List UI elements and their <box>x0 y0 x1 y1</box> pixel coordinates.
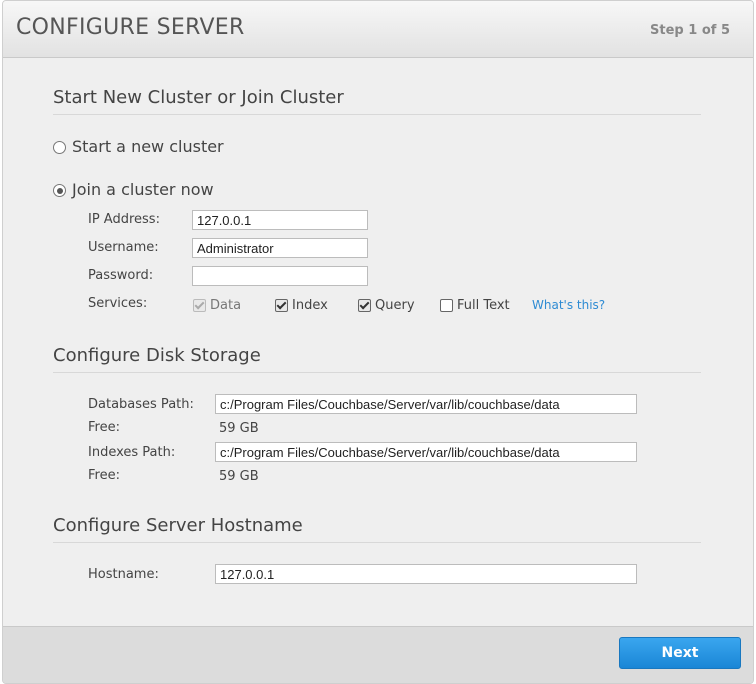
indexes-free-value: 59 GB <box>219 469 259 484</box>
dialog-footer: Next <box>3 626 753 683</box>
databases-free-value: 59 GB <box>219 421 259 436</box>
service-full-text-checkbox-group[interactable]: Full Text <box>440 298 510 313</box>
service-query-checkbox[interactable] <box>358 299 371 312</box>
configure-server-dialog: CONFIGURE SERVER Step 1 of 5 Start New C… <box>2 0 754 684</box>
start-new-cluster-option[interactable]: Start a new cluster <box>53 137 224 156</box>
service-index-checkbox[interactable] <box>275 299 288 312</box>
service-index-checkbox-group[interactable]: Index <box>275 298 328 313</box>
databases-path-label: Databases Path: <box>88 397 194 412</box>
username-input[interactable]: Administrator <box>192 238 368 258</box>
start-new-cluster-radio[interactable] <box>53 141 66 154</box>
databases-free-label: Free: <box>88 420 120 435</box>
services-label: Services: <box>88 296 148 311</box>
service-query-checkbox-group[interactable]: Query <box>358 298 415 313</box>
start-new-cluster-label: Start a new cluster <box>72 137 224 156</box>
section-divider <box>53 372 701 373</box>
service-query-label: Query <box>375 298 415 313</box>
service-data-label: Data <box>210 298 242 313</box>
dialog-title: CONFIGURE SERVER <box>16 15 245 40</box>
ip-address-input[interactable]: 127.0.0.1 <box>192 210 368 230</box>
service-full-text-checkbox[interactable] <box>440 299 453 312</box>
username-label: Username: <box>88 240 159 255</box>
dialog-header: CONFIGURE SERVER Step 1 of 5 <box>3 1 753 58</box>
password-input[interactable] <box>192 266 368 286</box>
step-indicator: Step 1 of 5 <box>650 23 730 38</box>
join-cluster-radio[interactable] <box>53 184 66 197</box>
join-cluster-label: Join a cluster now <box>72 180 214 199</box>
cluster-section-title: Start New Cluster or Join Cluster <box>53 87 344 108</box>
service-full-text-label: Full Text <box>457 298 510 313</box>
hostname-section-title: Configure Server Hostname <box>53 515 303 536</box>
databases-path-input[interactable]: c:/Program Files/Couchbase/Server/var/li… <box>215 394 637 414</box>
indexes-path-input[interactable]: c:/Program Files/Couchbase/Server/var/li… <box>215 442 637 462</box>
ip-address-label: IP Address: <box>88 212 160 227</box>
service-index-label: Index <box>292 298 328 313</box>
password-label: Password: <box>88 268 154 283</box>
indexes-free-label: Free: <box>88 468 120 483</box>
service-data-checkbox-group: Data <box>193 298 241 313</box>
whats-this-link[interactable]: What's this? <box>532 298 605 312</box>
hostname-input[interactable]: 127.0.0.1 <box>215 564 637 584</box>
section-divider <box>53 542 701 543</box>
next-button[interactable]: Next <box>619 637 741 669</box>
service-data-checkbox <box>193 299 206 312</box>
hostname-label: Hostname: <box>88 567 159 582</box>
disk-section-title: Configure Disk Storage <box>53 345 261 366</box>
join-cluster-option[interactable]: Join a cluster now <box>53 180 214 199</box>
indexes-path-label: Indexes Path: <box>88 445 176 460</box>
section-divider <box>53 114 701 115</box>
